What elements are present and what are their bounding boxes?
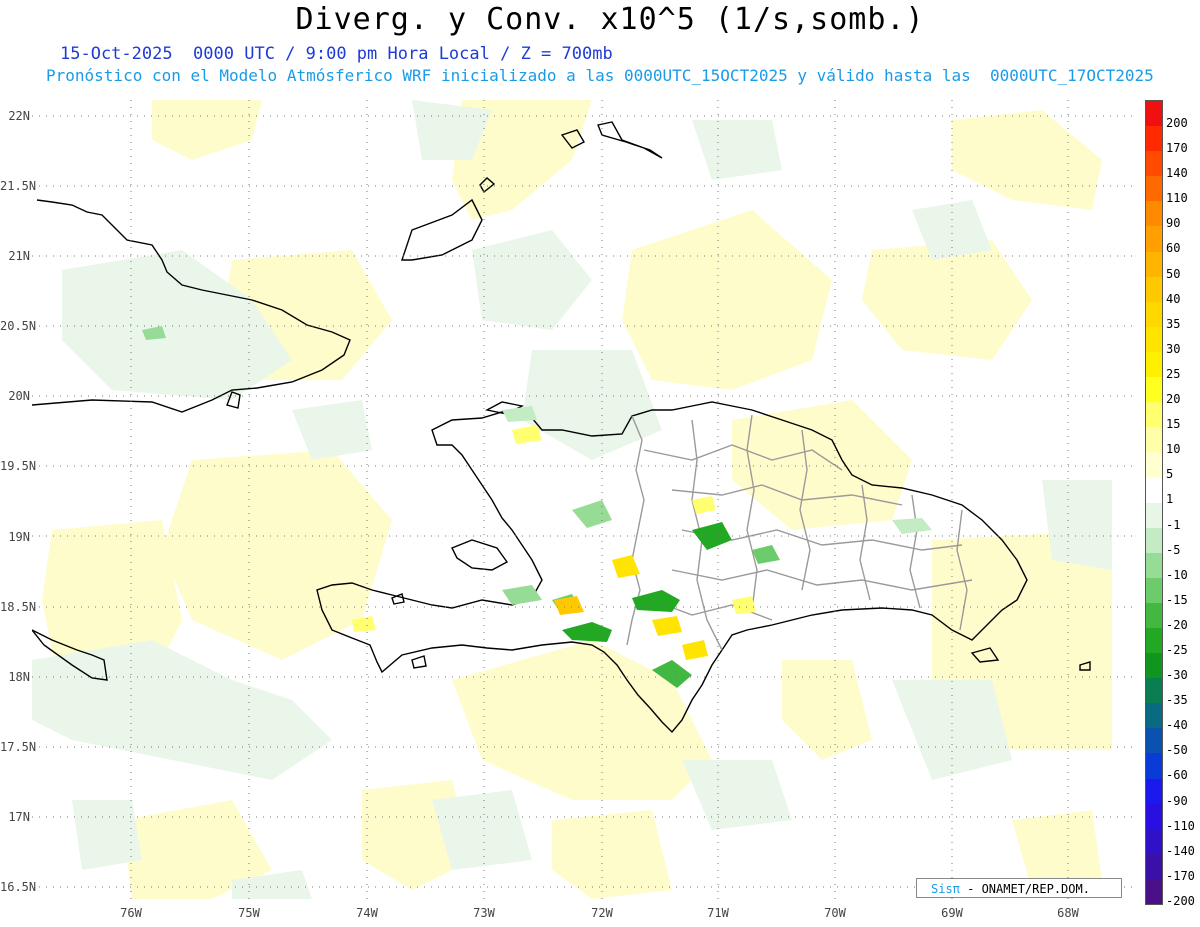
lon-label-71w: 71W [707,906,729,920]
colorbar-swatch [1146,703,1162,729]
colorbar-label: 50 [1166,266,1181,281]
colorbar-label: 60 [1166,241,1181,256]
colorbar-swatch [1146,502,1162,528]
colorbar-swatch [1146,452,1162,478]
colorbar-label: -50 [1166,743,1188,758]
lon-label-75w: 75W [238,906,260,920]
model-run-subtitle: Pronóstico con el Modelo Atmósferico WRF… [46,66,1154,85]
lat-label-17-5n: 17.5N [0,740,37,754]
lon-label-72w: 72W [591,906,613,920]
colorbar-label: 25 [1166,366,1181,381]
colorbar-swatch [1146,377,1162,403]
colorbar-label: -110 [1166,818,1195,833]
colorbar-swatch [1146,326,1162,352]
colorbar-label: -60 [1166,768,1188,783]
colorbar-swatch [1146,126,1162,152]
credit-text: - ONAMET/REP.DOM. [959,882,1090,896]
credit-box: Sisπ - ONAMET/REP.DOM. [916,878,1122,898]
colorbar-swatch [1146,878,1162,904]
colorbar-swatch [1146,602,1162,628]
colorbar-label: -30 [1166,668,1188,683]
colorbar-swatch [1146,402,1162,428]
colorbar-swatch [1146,176,1162,202]
colorbar-label: 30 [1166,341,1181,356]
colorbar-swatch [1146,577,1162,603]
colorbar-label: -1 [1166,517,1181,532]
colorbar-swatch [1146,627,1162,654]
colorbar-swatch [1146,828,1162,854]
colorbar-swatch [1146,853,1162,879]
map-area [32,100,1136,899]
lon-label-74w: 74W [356,906,378,920]
colorbar-label: -15 [1166,592,1188,607]
lat-label-18-5n: 18.5N [0,600,37,614]
colorbar-swatch [1146,276,1162,302]
colorbar-label: -5 [1166,542,1181,557]
colorbar-label: 170 [1166,141,1188,156]
map-svg [32,100,1136,899]
colorbar-label: 40 [1166,291,1181,306]
colorbar-label: 10 [1166,442,1181,457]
colorbar-label: -35 [1166,693,1188,708]
colorbar-label: -200 [1166,893,1195,908]
colorbar-swatch [1146,778,1162,804]
colorbar-swatch [1146,527,1162,553]
lat-label-19n: 19N [8,530,30,544]
lon-label-68w: 68W [1057,906,1079,920]
colorbar-label: -40 [1166,718,1188,733]
colorbar-swatch [1146,301,1162,327]
lon-label-73w: 73W [473,906,495,920]
colorbar-label: 15 [1166,417,1181,432]
colorbar-label: -170 [1166,868,1195,883]
colorbar-label: -10 [1166,567,1188,582]
colorbar [1145,100,1163,905]
colorbar-label: 200 [1166,116,1188,130]
colorbar-label: 110 [1166,191,1188,206]
map-title: Diverg. y Conv. x10^5 (1/s,somb.) [295,2,925,37]
lat-label-19-5n: 19.5N [0,459,37,473]
colorbar-swatch [1146,226,1162,252]
colorbar-label: 90 [1166,216,1181,231]
lon-label-76w: 76W [120,906,142,920]
colorbar-label: -20 [1166,617,1188,632]
colorbar-swatch [1146,803,1162,829]
colorbar-label: -25 [1166,642,1188,657]
lat-label-18n: 18N [8,670,30,684]
lon-label-70w: 70W [824,906,846,920]
colorbar-label: 35 [1166,316,1181,331]
colorbar-swatch [1146,477,1162,503]
colorbar-swatch [1146,678,1162,704]
lat-label-20n: 20N [8,389,30,403]
credit-logo-text: Sisπ [931,882,960,896]
colorbar-label: 140 [1166,166,1188,181]
colorbar-swatch [1146,251,1162,277]
strong-divergence-patches [352,425,756,660]
colorbar-label: 1 [1166,492,1174,507]
lon-label-69w: 69W [941,906,963,920]
lat-label-17n: 17N [8,810,30,824]
lat-label-16-5n: 16.5N [0,880,37,894]
lat-label-22n: 22N [8,109,30,123]
colorbar-label: -140 [1166,843,1195,858]
colorbar-swatch [1146,101,1162,127]
valid-time-subtitle: 15-Oct-2025 0000 UTC / 9:00 pm Hora Loca… [60,44,613,64]
colorbar-swatch [1146,653,1162,679]
lat-label-21-5n: 21.5N [0,179,37,193]
colorbar-swatch [1146,351,1162,378]
colorbar-label: -90 [1166,793,1188,808]
colorbar-swatch [1146,753,1162,779]
colorbar-label: 20 [1166,392,1181,407]
lat-label-21n: 21N [8,249,30,263]
colorbar-label: 5 [1166,467,1174,482]
lat-label-20-5n: 20.5N [0,319,37,333]
colorbar-swatch [1146,427,1162,453]
colorbar-swatch [1146,552,1162,578]
colorbar-swatch [1146,728,1162,754]
colorbar-swatch [1146,201,1162,227]
colorbar-swatch [1146,151,1162,177]
